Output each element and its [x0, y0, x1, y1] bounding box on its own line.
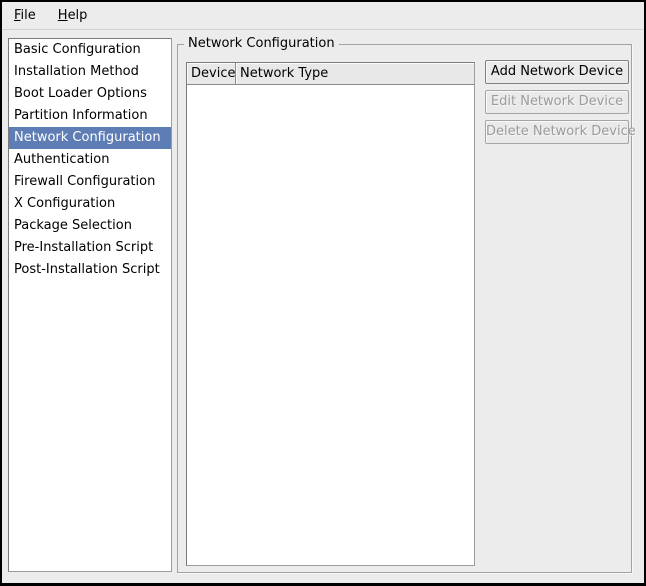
menu-file-label: ile [21, 8, 36, 23]
menu-help-label: elp [68, 8, 88, 23]
sidebar-item-authentication[interactable]: Authentication [9, 149, 171, 171]
network-device-table: Device Network Type [186, 62, 475, 566]
network-configuration-frame: Network Configuration Device Network Typ… [177, 44, 632, 573]
sidebar-item-network-configuration[interactable]: Network Configuration [9, 127, 171, 149]
sidebar-item-installation-method[interactable]: Installation Method [9, 61, 171, 83]
add-network-device-button[interactable]: Add Network Device [485, 60, 629, 84]
sidebar-item-pre-installation-script[interactable]: Pre-Installation Script [9, 237, 171, 259]
sidebar-item-basic-configuration[interactable]: Basic Configuration [9, 39, 171, 61]
sidebar-item-post-installation-script[interactable]: Post-Installation Script [9, 259, 171, 281]
menu-file[interactable]: File [8, 2, 42, 29]
section-list: Basic Configuration Installation Method … [8, 38, 172, 572]
sidebar-item-boot-loader-options[interactable]: Boot Loader Options [9, 83, 171, 105]
table-body-empty [187, 85, 474, 565]
sidebar-item-x-configuration[interactable]: X Configuration [9, 193, 171, 215]
frame-title: Network Configuration [184, 36, 339, 51]
menubar: File Help [2, 2, 644, 30]
edit-network-device-button: Edit Network Device [485, 90, 629, 114]
sidebar-item-firewall-configuration[interactable]: Firewall Configuration [9, 171, 171, 193]
kickstart-configurator-window: File Help Basic Configuration Installati… [0, 0, 646, 586]
sidebar-item-partition-information[interactable]: Partition Information [9, 105, 171, 127]
menu-help-accel: H [58, 8, 68, 23]
table-header: Device Network Type [187, 63, 474, 85]
column-header-network-type[interactable]: Network Type [236, 63, 474, 85]
device-button-column: Add Network Device Edit Network Device D… [485, 60, 629, 144]
sidebar-item-package-selection[interactable]: Package Selection [9, 215, 171, 237]
column-header-device[interactable]: Device [187, 63, 236, 85]
menu-help[interactable]: Help [52, 2, 94, 29]
delete-network-device-button: Delete Network Device [485, 120, 629, 144]
